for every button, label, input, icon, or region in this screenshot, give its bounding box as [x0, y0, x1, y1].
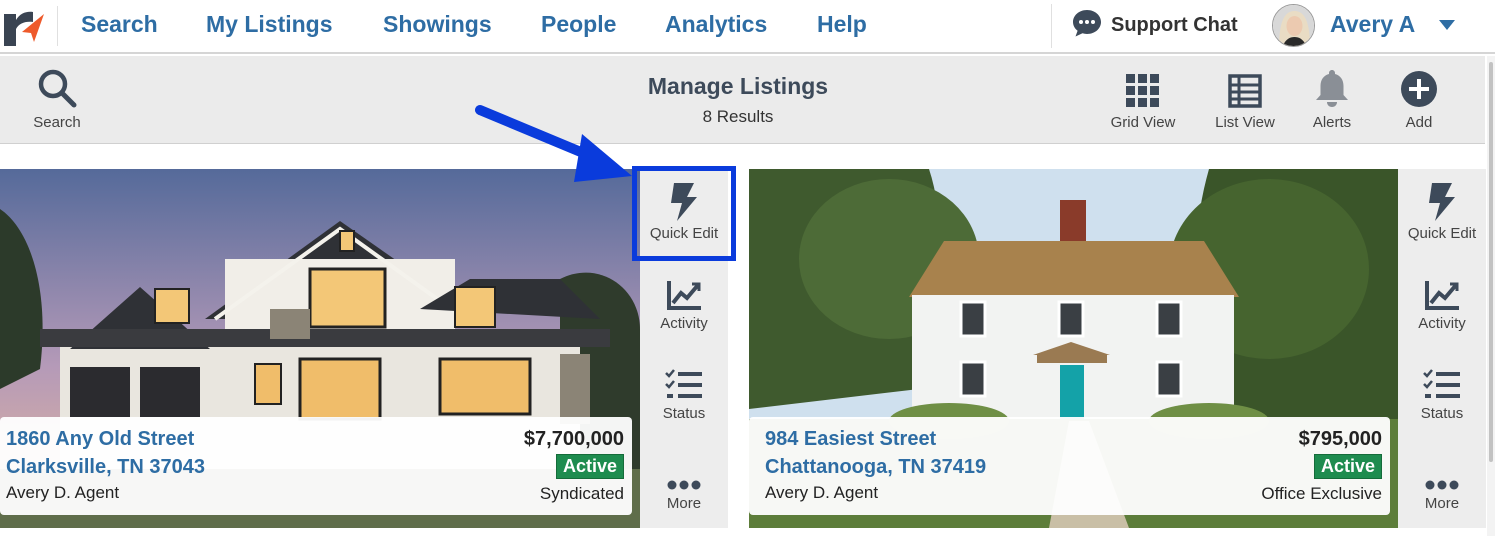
activity-label: Activity	[1418, 315, 1466, 332]
listings-toolbar: Search Manage Listings 8 Results Grid Vi…	[0, 56, 1485, 144]
more-label: More	[1424, 495, 1460, 512]
status-button[interactable]: Status	[640, 349, 728, 439]
user-name[interactable]: Avery A	[1330, 11, 1415, 38]
listing-actions: Quick Edit Activity Status More	[1398, 169, 1486, 528]
nav-analytics[interactable]: Analytics	[665, 11, 767, 38]
more-button[interactable]: More	[640, 439, 728, 529]
chart-line-icon	[666, 259, 702, 311]
nav-people[interactable]: People	[541, 11, 616, 38]
listing-address-line1[interactable]: 1860 Any Old Street	[6, 428, 194, 451]
listing-info-panel: 1860 Any Old Street Clarksville, TN 3704…	[0, 417, 632, 515]
quick-edit-button[interactable]: Quick Edit	[1398, 169, 1486, 259]
nav-my-listings[interactable]: My Listings	[206, 11, 333, 38]
support-chat-label: Support Chat	[1111, 13, 1238, 36]
lightning-icon	[1428, 169, 1456, 221]
grid-icon	[1126, 56, 1160, 108]
quick-edit-label: Quick Edit	[1407, 225, 1477, 242]
grid-view-button[interactable]: Grid View	[1100, 56, 1186, 144]
alerts-label: Alerts	[1312, 114, 1352, 131]
listing-price: $7,700,000	[523, 428, 624, 450]
nav-search[interactable]: Search	[81, 11, 158, 38]
list-view-label: List View	[1215, 114, 1275, 131]
status-badge: Active	[1313, 454, 1382, 479]
ellipsis-icon	[667, 439, 701, 491]
listing-info-panel: 984 Easiest Street Chattanooga, TN 37419…	[749, 417, 1390, 515]
listing-address-line1[interactable]: 984 Easiest Street	[765, 428, 936, 451]
brand-logo[interactable]	[0, 2, 50, 50]
add-button[interactable]: Add	[1382, 56, 1456, 144]
chat-bubble-icon	[1071, 7, 1103, 44]
listing-card: 1860 Any Old Street Clarksville, TN 3704…	[0, 169, 728, 528]
user-avatar[interactable]	[1272, 4, 1315, 47]
status-badge: Active	[555, 454, 624, 479]
list-icon	[1228, 56, 1262, 108]
toolbar-search-button[interactable]: Search	[20, 56, 94, 144]
results-count: 8 Results	[702, 107, 774, 126]
more-label: More	[666, 495, 702, 512]
listing-distribution: Syndicated	[539, 484, 624, 503]
toolbar-search-label: Search	[33, 114, 81, 131]
listing-address-line2[interactable]: Clarksville, TN 37043	[6, 456, 205, 479]
status-label: Status	[1420, 405, 1464, 422]
status-label: Status	[662, 405, 706, 422]
grid-view-label: Grid View	[1110, 114, 1176, 131]
alerts-button[interactable]: Alerts	[1292, 56, 1372, 144]
list-view-button[interactable]: List View	[1202, 56, 1288, 144]
listing-address-line2[interactable]: Chattanooga, TN 37419	[765, 456, 986, 479]
chart-line-icon	[1424, 259, 1460, 311]
nav-divider	[1051, 4, 1052, 48]
listing-agent: Avery D. Agent	[765, 483, 879, 502]
listing-price: $795,000	[1298, 428, 1382, 450]
ellipsis-icon	[1425, 439, 1459, 491]
add-label: Add	[1405, 114, 1433, 131]
more-button[interactable]: More	[1398, 439, 1486, 529]
listing-agent: Avery D. Agent	[6, 483, 120, 502]
page-title: Manage Listings	[647, 73, 829, 99]
activity-button[interactable]: Activity	[1398, 259, 1486, 349]
checklist-icon	[1423, 349, 1461, 401]
annotation-arrow-icon	[470, 100, 640, 195]
status-button[interactable]: Status	[1398, 349, 1486, 439]
scrollbar-thumb[interactable]	[1489, 62, 1493, 462]
top-nav: Search My Listings Showings People Analy…	[0, 0, 1495, 54]
listing-card: 984 Easiest Street Chattanooga, TN 37419…	[749, 169, 1486, 528]
checklist-icon	[665, 349, 703, 401]
activity-button[interactable]: Activity	[640, 259, 728, 349]
plus-circle-icon	[1400, 56, 1438, 108]
bell-icon	[1314, 56, 1350, 108]
search-icon	[37, 56, 77, 108]
nav-divider	[57, 6, 58, 46]
chevron-down-icon[interactable]	[1438, 18, 1456, 36]
activity-label: Activity	[660, 315, 708, 332]
support-chat-button[interactable]: Support Chat	[1071, 8, 1238, 42]
nav-showings[interactable]: Showings	[383, 11, 492, 38]
nav-help[interactable]: Help	[817, 11, 867, 38]
listing-distribution: Office Exclusive	[1261, 484, 1382, 503]
quick-edit-highlight-box	[632, 166, 736, 261]
